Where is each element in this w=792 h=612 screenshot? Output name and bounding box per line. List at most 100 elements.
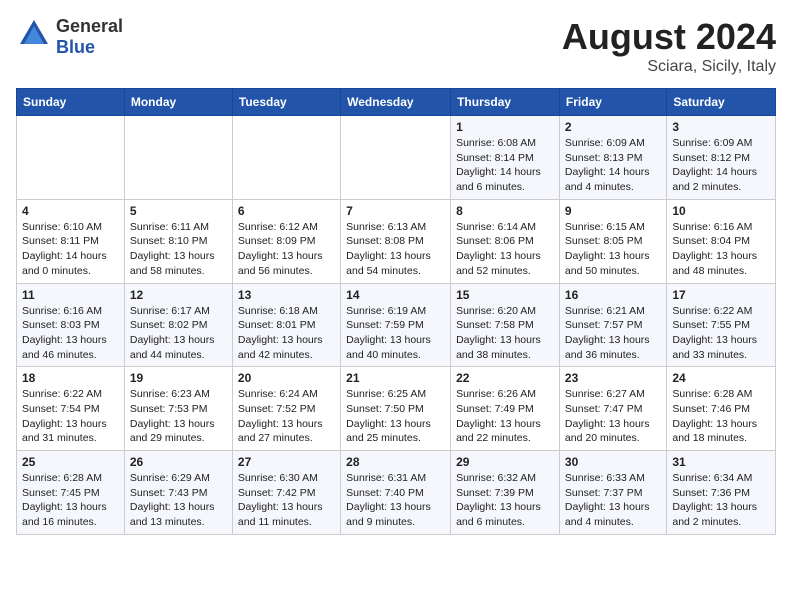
day-number: 10 <box>672 204 770 218</box>
logo: General Blue <box>16 16 123 57</box>
weekday-header-tuesday: Tuesday <box>232 89 340 116</box>
day-number: 12 <box>130 288 227 302</box>
day-number: 30 <box>565 455 661 469</box>
day-info: Sunrise: 6:28 AM Sunset: 7:45 PM Dayligh… <box>22 471 119 530</box>
calendar-cell: 7 Sunrise: 6:13 AM Sunset: 8:08 PM Daylig… <box>341 199 451 283</box>
weekday-header-saturday: Saturday <box>667 89 776 116</box>
calendar-cell: 10 Sunrise: 6:16 AM Sunset: 8:04 PM Dayli… <box>667 199 776 283</box>
title-block: August 2024 Sciara, Sicily, Italy <box>562 16 776 76</box>
calendar-cell: 14 Sunrise: 6:19 AM Sunset: 7:59 PM Dayli… <box>341 283 451 367</box>
day-info: Sunrise: 6:20 AM Sunset: 7:58 PM Dayligh… <box>456 304 554 363</box>
calendar-cell: 4 Sunrise: 6:10 AM Sunset: 8:11 PM Daylig… <box>17 199 125 283</box>
day-number: 11 <box>22 288 119 302</box>
day-number: 16 <box>565 288 661 302</box>
calendar-header: SundayMondayTuesdayWednesdayThursdayFrid… <box>17 89 776 116</box>
day-info: Sunrise: 6:19 AM Sunset: 7:59 PM Dayligh… <box>346 304 445 363</box>
day-number: 4 <box>22 204 119 218</box>
day-info: Sunrise: 6:33 AM Sunset: 7:37 PM Dayligh… <box>565 471 661 530</box>
day-info: Sunrise: 6:23 AM Sunset: 7:53 PM Dayligh… <box>130 387 227 446</box>
day-number: 8 <box>456 204 554 218</box>
calendar-cell <box>232 116 340 200</box>
calendar-cell: 5 Sunrise: 6:11 AM Sunset: 8:10 PM Daylig… <box>124 199 232 283</box>
calendar-body: 1 Sunrise: 6:08 AM Sunset: 8:14 PM Daylig… <box>17 116 776 535</box>
calendar-cell: 20Sunrise: 6:24 AM Sunset: 7:52 PM Dayli… <box>232 367 340 451</box>
weekday-header-wednesday: Wednesday <box>341 89 451 116</box>
day-info: Sunrise: 6:09 AM Sunset: 8:13 PM Dayligh… <box>565 136 661 195</box>
day-number: 2 <box>565 120 661 134</box>
calendar-week-row: 18 Sunrise: 6:22 AM Sunset: 7:54 PM Dayli… <box>17 367 776 451</box>
weekday-header-monday: Monday <box>124 89 232 116</box>
day-number: 17 <box>672 288 770 302</box>
day-info: Sunrise: 6:18 AM Sunset: 8:01 PM Dayligh… <box>238 304 335 363</box>
day-number: 7 <box>346 204 445 218</box>
calendar-week-row: 11 Sunrise: 6:16 AM Sunset: 8:03 PM Dayli… <box>17 283 776 367</box>
day-number: 15 <box>456 288 554 302</box>
calendar-cell: 17 Sunrise: 6:22 AM Sunset: 7:55 PM Dayli… <box>667 283 776 367</box>
logo-blue: Blue <box>56 37 123 58</box>
day-info: Sunrise: 6:11 AM Sunset: 8:10 PM Dayligh… <box>130 220 227 279</box>
day-info: Sunrise: 6:22 AM Sunset: 7:54 PM Dayligh… <box>22 387 119 446</box>
calendar-cell: 3 Sunrise: 6:09 AM Sunset: 8:12 PM Daylig… <box>667 116 776 200</box>
day-info: Sunrise: 6:22 AM Sunset: 7:55 PM Dayligh… <box>672 304 770 363</box>
day-info: Sunrise: 6:08 AM Sunset: 8:14 PM Dayligh… <box>456 136 554 195</box>
day-number: 24 <box>672 371 770 385</box>
weekday-header-thursday: Thursday <box>451 89 560 116</box>
day-number: 3 <box>672 120 770 134</box>
logo-icon <box>16 16 52 52</box>
calendar-cell: 9 Sunrise: 6:15 AM Sunset: 8:05 PM Daylig… <box>559 199 666 283</box>
calendar-week-row: 4 Sunrise: 6:10 AM Sunset: 8:11 PM Daylig… <box>17 199 776 283</box>
calendar-week-row: 1 Sunrise: 6:08 AM Sunset: 8:14 PM Daylig… <box>17 116 776 200</box>
day-info: Sunrise: 6:30 AM Sunset: 7:42 PM Dayligh… <box>238 471 335 530</box>
day-info: Sunrise: 6:15 AM Sunset: 8:05 PM Dayligh… <box>565 220 661 279</box>
day-number: 21 <box>346 371 445 385</box>
day-number: 1 <box>456 120 554 134</box>
day-number: 26 <box>130 455 227 469</box>
day-info: Sunrise: 6:13 AM Sunset: 8:08 PM Dayligh… <box>346 220 445 279</box>
day-info: Sunrise: 6:21 AM Sunset: 7:57 PM Dayligh… <box>565 304 661 363</box>
day-number: 20 <box>238 371 335 385</box>
day-info: Sunrise: 6:17 AM Sunset: 8:02 PM Dayligh… <box>130 304 227 363</box>
day-info: Sunrise: 6:27 AM Sunset: 7:47 PM Dayligh… <box>565 387 661 446</box>
day-number: 18 <box>22 371 119 385</box>
calendar-cell: 12 Sunrise: 6:17 AM Sunset: 8:02 PM Dayli… <box>124 283 232 367</box>
day-number: 23 <box>565 371 661 385</box>
calendar-cell: 22 Sunrise: 6:26 AM Sunset: 7:49 PM Dayli… <box>451 367 560 451</box>
calendar-cell: 18 Sunrise: 6:22 AM Sunset: 7:54 PM Dayli… <box>17 367 125 451</box>
day-info: Sunrise: 6:32 AM Sunset: 7:39 PM Dayligh… <box>456 471 554 530</box>
day-number: 5 <box>130 204 227 218</box>
day-info: Sunrise: 6:14 AM Sunset: 8:06 PM Dayligh… <box>456 220 554 279</box>
day-number: 31 <box>672 455 770 469</box>
day-info: Sunrise: 6:28 AM Sunset: 7:46 PM Dayligh… <box>672 387 770 446</box>
calendar-cell: 1 Sunrise: 6:08 AM Sunset: 8:14 PM Daylig… <box>451 116 560 200</box>
location-subtitle: Sciara, Sicily, Italy <box>562 58 776 76</box>
day-info: Sunrise: 6:26 AM Sunset: 7:49 PM Dayligh… <box>456 387 554 446</box>
day-info: Sunrise: 6:16 AM Sunset: 8:04 PM Dayligh… <box>672 220 770 279</box>
weekday-header-row: SundayMondayTuesdayWednesdayThursdayFrid… <box>17 89 776 116</box>
calendar-cell: 13Sunrise: 6:18 AM Sunset: 8:01 PM Dayli… <box>232 283 340 367</box>
weekday-header-friday: Friday <box>559 89 666 116</box>
day-info: Sunrise: 6:16 AM Sunset: 8:03 PM Dayligh… <box>22 304 119 363</box>
calendar-cell: 30 Sunrise: 6:33 AM Sunset: 7:37 PM Dayli… <box>559 451 666 535</box>
calendar-cell: 21Sunrise: 6:25 AM Sunset: 7:50 PM Dayli… <box>341 367 451 451</box>
day-info: Sunrise: 6:09 AM Sunset: 8:12 PM Dayligh… <box>672 136 770 195</box>
weekday-header-sunday: Sunday <box>17 89 125 116</box>
day-number: 9 <box>565 204 661 218</box>
calendar-cell: 29 Sunrise: 6:32 AM Sunset: 7:39 PM Dayli… <box>451 451 560 535</box>
calendar-cell: 15 Sunrise: 6:20 AM Sunset: 7:58 PM Dayli… <box>451 283 560 367</box>
day-number: 28 <box>346 455 445 469</box>
calendar-cell: 6Sunrise: 6:12 AM Sunset: 8:09 PM Daylig… <box>232 199 340 283</box>
calendar-cell <box>17 116 125 200</box>
day-number: 19 <box>130 371 227 385</box>
day-number: 29 <box>456 455 554 469</box>
calendar-cell <box>341 116 451 200</box>
calendar-cell: 11 Sunrise: 6:16 AM Sunset: 8:03 PM Dayli… <box>17 283 125 367</box>
day-number: 25 <box>22 455 119 469</box>
day-info: Sunrise: 6:10 AM Sunset: 8:11 PM Dayligh… <box>22 220 119 279</box>
calendar-cell: 19 Sunrise: 6:23 AM Sunset: 7:53 PM Dayli… <box>124 367 232 451</box>
day-number: 22 <box>456 371 554 385</box>
day-number: 14 <box>346 288 445 302</box>
calendar-cell: 8 Sunrise: 6:14 AM Sunset: 8:06 PM Daylig… <box>451 199 560 283</box>
calendar-cell: 24 Sunrise: 6:28 AM Sunset: 7:46 PM Dayli… <box>667 367 776 451</box>
day-number: 27 <box>238 455 335 469</box>
calendar-cell: 2 Sunrise: 6:09 AM Sunset: 8:13 PM Daylig… <box>559 116 666 200</box>
